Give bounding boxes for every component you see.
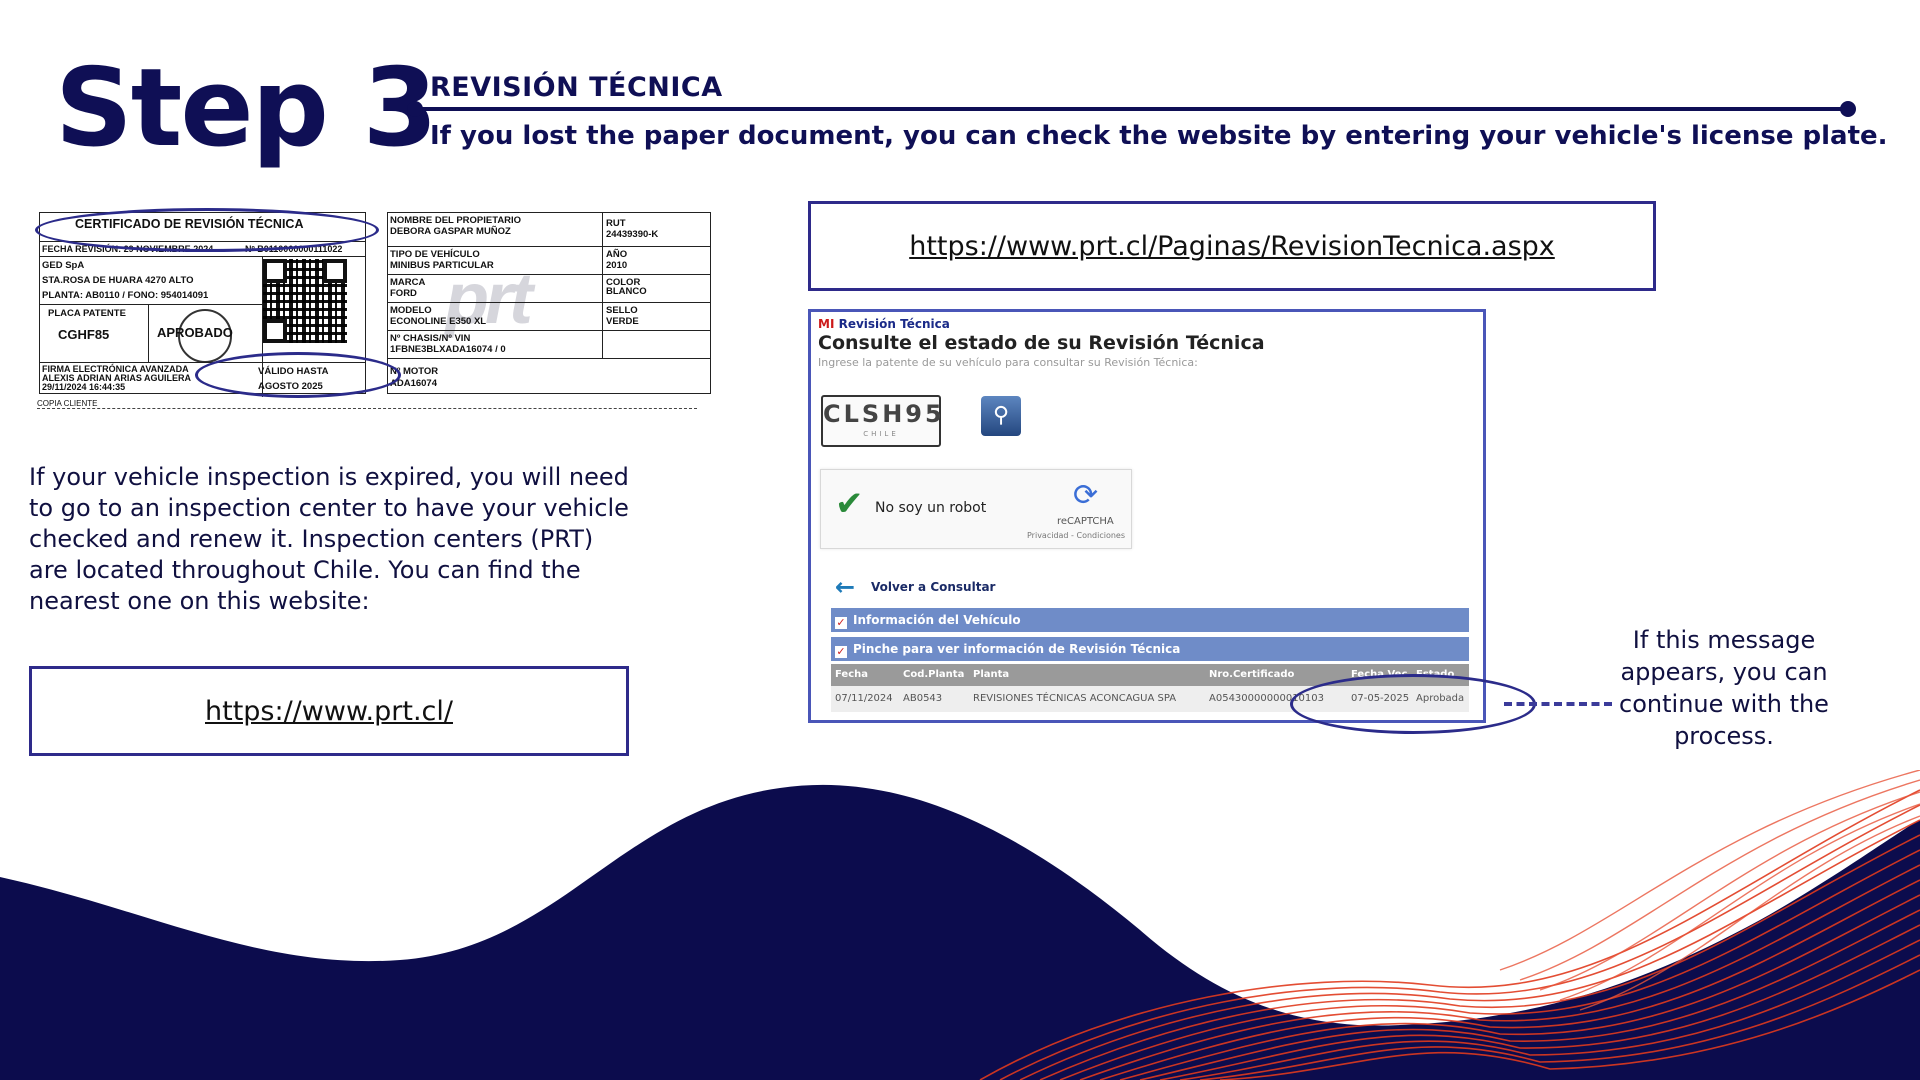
- divider: [388, 330, 710, 332]
- panel-heading: Consulte el estado de su Revisión Técnic…: [818, 332, 1265, 354]
- plant-info: PLANTA: AB0110 / FONO: 954014091: [42, 290, 209, 301]
- plate-value: CLSH95: [823, 400, 945, 428]
- captcha-label: No soy un robot: [875, 500, 987, 516]
- panel-brand: MI Revisión Técnica: [818, 317, 950, 331]
- prt-home-link-box: https://www.prt.cl/: [29, 666, 629, 756]
- owner-value: DEBORA GASPAR MUÑOZ: [390, 226, 511, 237]
- model-value: ECONOLINE E350 XL: [390, 316, 487, 327]
- year-value: 2010: [606, 260, 628, 271]
- model-label: MODELO: [390, 305, 432, 316]
- chassis-label: Nº CHASIS/Nº VIN: [390, 333, 471, 344]
- plate-value: CGHF85: [58, 327, 110, 342]
- vehicle-type-value: MINIBUS PARTICULAR: [390, 260, 494, 271]
- header-divider: [413, 107, 1851, 111]
- brand-prefix: MI: [818, 317, 835, 331]
- vehicle-info-label: Información del Vehículo: [853, 613, 1021, 627]
- make-value: FORD: [390, 288, 417, 299]
- column-header: Fecha: [835, 669, 869, 680]
- vehicle-type-label: TIPO DE VEHÍCULO: [390, 249, 480, 260]
- column-header: Cod.Planta: [903, 669, 965, 680]
- license-plate-input[interactable]: CLSH95 CHILE: [821, 395, 945, 447]
- back-link[interactable]: Volver a Consultar: [871, 580, 995, 594]
- company-name: GED SpA: [42, 260, 85, 271]
- recaptcha-widget[interactable]: ✔ No soy un robot ⟳ reCAPTCHA Privacidad…: [820, 469, 1132, 549]
- chassis-value: 1FBNE3BLXADA16074 / 0: [390, 344, 506, 355]
- brand-name: Revisión Técnica: [838, 317, 950, 331]
- column-header: Planta: [973, 669, 1010, 680]
- signature-line-3: 29/11/2024 16:44:35: [42, 382, 126, 392]
- company-address: STA.ROSA DE HUARA 4270 ALTO: [42, 275, 194, 286]
- prt-home-link[interactable]: https://www.prt.cl/: [205, 696, 453, 727]
- inspection-certificate: prt CERTIFICADO DE REVISIÓN TÉCNICA FECH…: [35, 208, 715, 418]
- valid-until-highlight-oval: [195, 352, 401, 398]
- column-header: Nro.Certificado: [1209, 669, 1295, 680]
- checkmark-icon: ✔: [835, 484, 864, 524]
- qr-corner: [263, 319, 287, 343]
- approved-label: APROBADO: [157, 325, 233, 340]
- seal-label: SELLO: [606, 305, 638, 316]
- divider-dot-left: [407, 101, 423, 117]
- plate-country: CHILE: [863, 430, 899, 438]
- divider: [388, 246, 710, 248]
- recaptcha-icon: ⟳: [1073, 478, 1099, 513]
- plate-label: PLACA PATENTE: [48, 308, 126, 319]
- search-button[interactable]: ⚲: [981, 396, 1021, 436]
- revision-tecnica-web-panel: MI Revisión Técnica Consulte el estado d…: [808, 309, 1486, 723]
- section-title: REVISIÓN TÉCNICA: [430, 72, 723, 103]
- status-highlight-oval: [1290, 674, 1536, 734]
- captcha-brand: reCAPTCHA: [1057, 516, 1114, 527]
- qr-corner: [323, 259, 347, 283]
- cell-date: 07/11/2024: [835, 693, 893, 704]
- certificate-right-panel: NOMBRE DEL PROPIETARIO DEBORA GASPAR MUÑ…: [387, 212, 711, 394]
- divider: [148, 304, 150, 362]
- revision-info-bar[interactable]: ✓ Pinche para ver información de Revisión…: [831, 637, 1469, 661]
- prt-revision-link-box: https://www.prt.cl/Paginas/RevisionTecni…: [808, 201, 1656, 291]
- revision-info-label: Pinche para ver información de Revisión …: [853, 642, 1181, 656]
- rut-value: 24439390-K: [606, 229, 659, 240]
- year-label: AÑO: [606, 249, 628, 260]
- qr-code: [263, 259, 347, 343]
- color-value: BLANCO: [606, 286, 647, 297]
- cell-plant-code: AB0543: [903, 693, 943, 704]
- back-arrow-icon[interactable]: ←: [835, 573, 855, 601]
- rut-label: RUT: [606, 218, 626, 229]
- checkbox-icon: ✓: [835, 616, 847, 629]
- vehicle-info-bar[interactable]: ✓ Información del Vehículo: [831, 608, 1469, 632]
- divider: [602, 213, 604, 358]
- search-icon: ⚲: [992, 403, 1010, 428]
- continue-note: If this message appears, you can continu…: [1619, 626, 1829, 750]
- make-label: MARCA: [390, 277, 426, 288]
- panel-hint: Ingrese la patente de su vehículo para c…: [818, 356, 1198, 369]
- cell-plant: REVISIONES TÉCNICAS ACONCAGUA SPA: [973, 693, 1177, 704]
- subtitle: If you lost the paper document, you can …: [430, 121, 1888, 151]
- wave-shape: [0, 784, 1920, 1080]
- qr-corner: [263, 259, 287, 283]
- title-highlight-oval: [35, 208, 379, 252]
- checkbox-icon: ✓: [835, 645, 847, 658]
- divider: [388, 274, 710, 276]
- owner-label: NOMBRE DEL PROPIETARIO: [390, 215, 522, 226]
- step-title: Step 3: [55, 46, 438, 171]
- dashed-connector: [1504, 702, 1612, 706]
- seal-value: VERDE: [606, 316, 639, 327]
- tear-line: [37, 408, 697, 409]
- instructions-text: If your vehicle inspection is expired, y…: [29, 463, 629, 615]
- divider-dot-right: [1840, 101, 1856, 117]
- divider: [40, 256, 365, 258]
- decorative-wave: [0, 770, 1920, 1080]
- divider: [388, 302, 710, 304]
- divider: [40, 304, 262, 306]
- captcha-terms[interactable]: Privacidad - Condiciones: [1027, 531, 1125, 540]
- prt-revision-link[interactable]: https://www.prt.cl/Paginas/RevisionTecni…: [909, 231, 1555, 262]
- divider: [388, 358, 710, 360]
